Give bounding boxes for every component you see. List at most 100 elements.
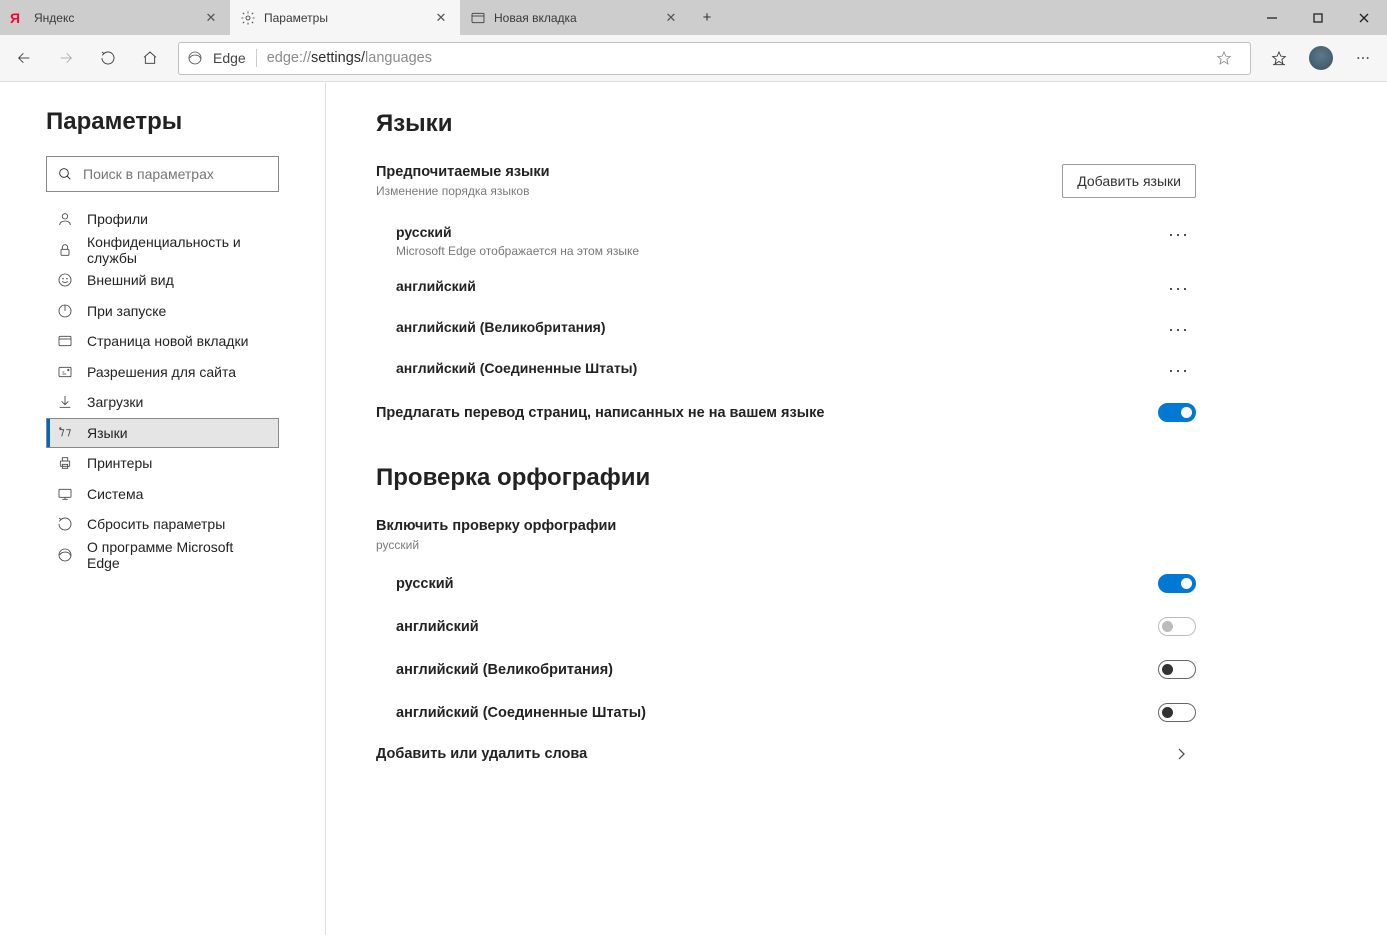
sidebar-item-9[interactable]: Система [46,479,279,510]
sidebar-item-icon [57,364,75,380]
spellcheck-enable-block: Включить проверку орфографии русский [376,518,1196,552]
language-name: русский [396,224,639,240]
sidebar-item-2[interactable]: Внешний вид [46,265,279,296]
forward-button[interactable] [48,40,84,76]
sidebar-item-label: Разрешения для сайта [87,364,236,380]
close-icon[interactable]: ✕ [202,9,220,27]
sidebar-item-1[interactable]: Конфиденциальность и службы [46,235,279,266]
tab-settings[interactable]: Параметры ✕ [230,0,460,35]
spellcheck-language-toggle[interactable] [1158,574,1196,593]
gear-icon [240,10,256,26]
close-window-button[interactable] [1341,0,1387,35]
new-tab-button[interactable]: + [690,0,724,35]
browser-toolbar: Edge edge://settings/languages [0,35,1387,82]
more-options-icon[interactable]: ··· [1168,224,1196,245]
tab-newtab[interactable]: Новая вкладка ✕ [460,0,690,35]
window-controls [1249,0,1387,35]
spellcheck-language-toggle[interactable] [1158,660,1196,679]
spellcheck-language-toggle[interactable] [1158,617,1196,636]
more-options-icon[interactable]: ··· [1168,360,1196,381]
sidebar-item-icon [57,333,75,349]
language-item: русский Microsoft Edge отображается на эт… [376,214,1196,268]
preferred-languages-label: Предпочитаемые языки [376,164,550,180]
maximize-button[interactable] [1295,0,1341,35]
sidebar-item-icon [57,272,75,288]
sidebar-item-label: При запуске [87,303,166,319]
language-sublabel: Microsoft Edge отображается на этом язык… [396,244,639,258]
sidebar-item-icon [57,486,75,502]
favorite-star-icon[interactable] [1216,50,1242,66]
minimize-button[interactable] [1249,0,1295,35]
settings-search-box[interactable] [46,156,279,192]
sidebar-item-label: Внешний вид [87,272,174,288]
more-options-icon[interactable]: ··· [1168,319,1196,340]
language-item: английский (Великобритания) ··· [376,309,1196,350]
sidebar-item-icon [57,211,75,227]
address-bar[interactable]: Edge edge://settings/languages [178,42,1251,75]
close-icon[interactable]: ✕ [662,9,680,27]
spellcheck-language-label: английский [396,619,479,635]
menu-button[interactable] [1345,40,1381,76]
sidebar-item-icon [57,455,75,471]
preferred-languages-header: Предпочитаемые языки Изменение порядка я… [376,164,1196,198]
sidebar-item-8[interactable]: Принтеры [46,448,279,479]
settings-content: Языки Предпочитаемые языки Изменение пор… [326,82,1387,935]
section-title-spellcheck: Проверка орфографии [376,464,1196,492]
sidebar-item-3[interactable]: При запуске [46,296,279,327]
spellcheck-language-label: английский (Соединенные Штаты) [396,705,646,721]
sidebar-item-label: Загрузки [87,394,143,410]
translate-toggle-row: Предлагать перевод страниц, написанных н… [376,391,1196,434]
close-icon[interactable]: ✕ [432,9,450,27]
url-scheme-label: Edge [213,50,246,66]
favorites-button[interactable] [1261,40,1297,76]
spellcheck-enable-sublabel: русский [376,538,1196,552]
spellcheck-language-list: русский английский английский (Великобрита… [376,562,1196,734]
language-item: английский··· [376,268,1196,309]
sidebar-item-icon [57,242,75,258]
more-options-icon[interactable]: ··· [1168,278,1196,299]
sidebar-item-0[interactable]: Профили [46,204,279,235]
sidebar-item-label: Конфиденциальность и службы [87,234,268,266]
page-title: Параметры [0,104,325,156]
yandex-icon: Я [10,10,26,26]
tab-yandex[interactable]: Я Яндекс ✕ [0,0,230,35]
search-icon [57,166,73,182]
search-input[interactable] [83,166,268,182]
spellcheck-language-label: английский (Великобритания) [396,662,613,678]
newtab-icon [470,10,486,26]
home-button[interactable] [132,40,168,76]
sidebar-item-6[interactable]: Загрузки [46,387,279,418]
sidebar-item-label: О программе Microsoft Edge [87,539,268,571]
sidebar-item-11[interactable]: О программе Microsoft Edge [46,540,279,571]
custom-words-label: Добавить или удалить слова [376,746,587,762]
sidebar-item-10[interactable]: Сбросить параметры [46,509,279,540]
sidebar-item-icon [57,425,75,441]
profile-button[interactable] [1303,40,1339,76]
spellcheck-language-row: английский (Соединенные Штаты) [376,691,1196,734]
edge-logo-icon [187,50,203,66]
spellcheck-language-row: английский [376,605,1196,648]
tab-label: Яндекс [34,11,194,25]
main-area: Параметры ПрофилиКонфиденциальность и сл… [0,82,1387,935]
section-title-languages: Языки [376,110,1196,138]
sidebar-item-icon [57,394,75,410]
language-name: английский (Великобритания) [396,319,606,335]
spellcheck-language-row: английский (Великобритания) [376,648,1196,691]
sidebar-item-icon [57,516,75,532]
custom-words-row[interactable]: Добавить или удалить слова [376,734,1196,774]
translate-toggle[interactable] [1158,403,1196,422]
spellcheck-language-label: русский [396,576,454,592]
sidebar-item-7[interactable]: Языки [46,418,279,449]
sidebar-item-label: Система [87,486,143,502]
sidebar-item-icon [57,547,75,563]
sidebar-item-label: Языки [87,425,128,441]
refresh-button[interactable] [90,40,126,76]
spellcheck-enable-label: Включить проверку орфографии [376,518,1196,534]
back-button[interactable] [6,40,42,76]
sidebar-item-5[interactable]: Разрешения для сайта [46,357,279,388]
sidebar-item-icon [57,303,75,319]
spellcheck-language-toggle[interactable] [1158,703,1196,722]
sidebar-item-4[interactable]: Страница новой вкладки [46,326,279,357]
add-languages-button[interactable]: Добавить языки [1062,164,1196,198]
language-item: английский (Соединенные Штаты)··· [376,350,1196,391]
